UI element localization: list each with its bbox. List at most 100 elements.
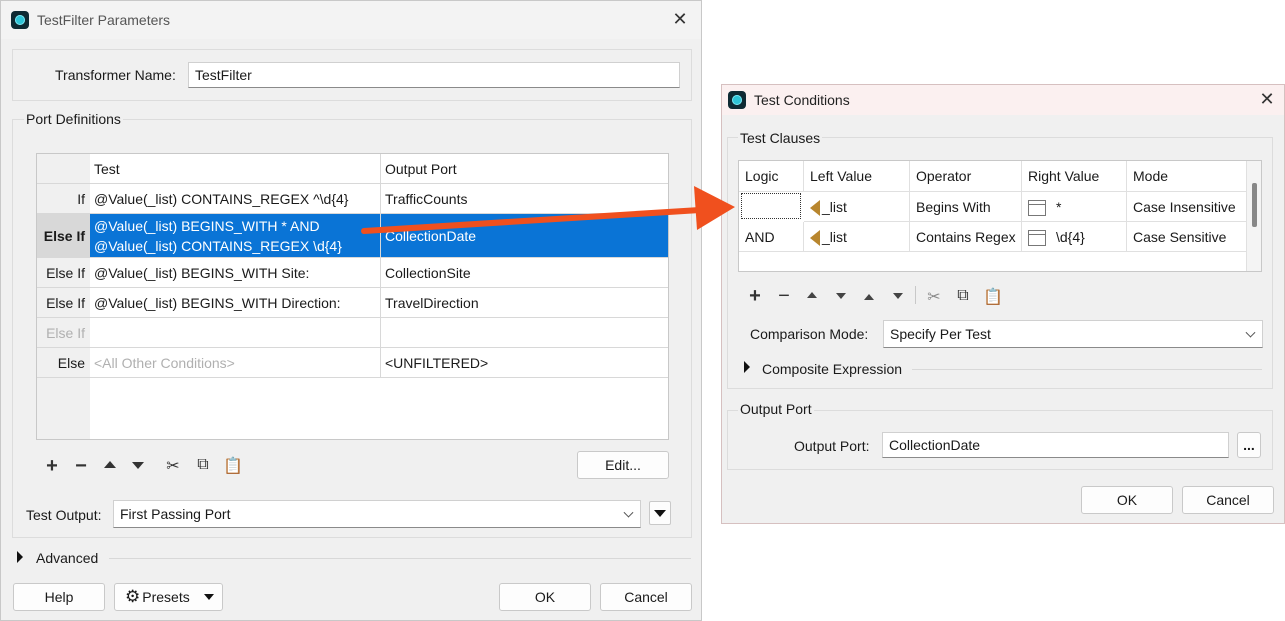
row-kind: Else (57, 355, 85, 371)
clause-operator[interactable]: Contains Regex (910, 222, 1022, 252)
caret-down-icon (203, 594, 214, 600)
paste-icon[interactable]: 📋 (223, 456, 243, 476)
row-test[interactable] (90, 318, 381, 347)
advanced-divider (109, 558, 691, 559)
test-output-value: First Passing Port (120, 506, 231, 522)
expand-composite-icon[interactable] (744, 361, 750, 373)
cut-icon[interactable]: ✂ (925, 287, 943, 307)
comparison-mode-label: Comparison Mode: (750, 326, 869, 342)
row-output-port[interactable] (381, 318, 668, 347)
expand-advanced-icon[interactable] (17, 551, 23, 563)
move-down-icon[interactable] (836, 293, 846, 299)
row-test[interactable]: @Value(_list) BEGINS_WITH Site: (90, 258, 381, 287)
remove-icon[interactable]: − (775, 285, 793, 308)
row-test[interactable]: @Value(_list) BEGINS_WITH Direction: (90, 288, 381, 317)
advanced-label[interactable]: Advanced (36, 550, 98, 566)
port-definitions-label: Port Definitions (24, 111, 123, 127)
row-test[interactable]: <All Other Conditions> (90, 348, 381, 377)
header-output-port[interactable]: Output Port (381, 154, 668, 183)
clause-right-value[interactable]: * (1022, 192, 1127, 222)
left-value-text: _list (822, 199, 847, 215)
close-icon[interactable]: ✕ (671, 10, 689, 28)
output-port-input[interactable]: CollectionDate (882, 432, 1229, 458)
app-icon (728, 91, 746, 109)
add-icon[interactable]: + (43, 455, 61, 478)
row-output-port[interactable]: CollectionSite (381, 258, 668, 287)
row-output-port[interactable]: CollectionDate (381, 214, 668, 257)
composite-expression-label[interactable]: Composite Expression (762, 361, 902, 377)
attribute-arrow-icon (810, 200, 820, 217)
header-operator[interactable]: Operator (910, 161, 1022, 192)
clause-mode[interactable]: Case Insensitive (1127, 192, 1247, 222)
table-row[interactable]: Else If @Value(_list) BEGINS_WITH Site: … (37, 258, 668, 288)
add-icon[interactable]: + (746, 285, 764, 308)
row-kind: If (77, 191, 85, 207)
dialog-title: Test Conditions (754, 92, 850, 108)
clause-right-value[interactable]: \d{4} (1022, 222, 1127, 252)
left-value-text: _list (822, 229, 847, 245)
transformer-name-input[interactable]: TestFilter (188, 62, 680, 88)
table-row-empty[interactable]: Else If (37, 318, 668, 348)
row-test[interactable]: @Value(_list) CONTAINS_REGEX ^\d{4} (90, 184, 381, 213)
browse-button[interactable]: ... (1237, 432, 1261, 458)
comparison-mode-value: Specify Per Test (890, 326, 991, 342)
cancel-button[interactable]: Cancel (1182, 486, 1274, 514)
cancel-button[interactable]: Cancel (600, 583, 692, 611)
clause-mode[interactable]: Case Sensitive (1127, 222, 1247, 252)
help-button[interactable]: Help (13, 583, 105, 611)
text-value-icon (1028, 200, 1046, 217)
table-row-selected[interactable]: Else If @Value(_list) BEGINS_WITH * AND … (37, 214, 668, 258)
ok-button[interactable]: OK (1081, 486, 1173, 514)
test-output-select[interactable]: First Passing Port (113, 500, 641, 528)
copy-icon[interactable]: ⧉ (954, 287, 972, 305)
caret-down-icon (654, 509, 666, 517)
move-top-icon[interactable] (864, 292, 874, 300)
clause-left-value[interactable]: _list (804, 222, 910, 252)
copy-icon[interactable]: ⧉ (194, 456, 212, 474)
remove-icon[interactable]: − (72, 455, 90, 478)
scrollbar-thumb[interactable] (1252, 183, 1257, 227)
row-kind: Else If (46, 325, 85, 341)
text-value-icon (1028, 230, 1046, 247)
paste-icon[interactable]: 📋 (983, 287, 1003, 307)
right-value-text: * (1056, 199, 1062, 215)
row-test[interactable]: @Value(_list) BEGINS_WITH * AND @Value(_… (90, 214, 381, 257)
output-port-group-label: Output Port (738, 401, 814, 417)
edit-button[interactable]: Edit... (577, 451, 669, 479)
clause-left-value[interactable]: _list (804, 192, 910, 222)
clause-empty-row[interactable] (739, 252, 1247, 271)
test-output-menu-button[interactable] (649, 501, 671, 525)
close-icon[interactable]: ✕ (1258, 90, 1276, 108)
chevron-down-icon (1245, 327, 1256, 338)
vertical-scrollbar[interactable] (1247, 161, 1261, 271)
header-test[interactable]: Test (90, 154, 381, 183)
header-mode[interactable]: Mode (1127, 161, 1247, 192)
move-down-icon[interactable] (132, 462, 144, 469)
table-header-row: Test Output Port (37, 154, 668, 184)
row-test-line-2: @Value(_list) CONTAINS_REGEX \d{4} (94, 238, 342, 254)
clause-logic-cell[interactable] (741, 193, 801, 219)
output-port-label: Output Port: (794, 438, 870, 454)
header-left-value[interactable]: Left Value (804, 161, 910, 192)
move-up-icon[interactable] (104, 461, 116, 468)
row-kind: Else If (37, 214, 90, 257)
row-output-port[interactable]: TrafficCounts (381, 184, 668, 213)
ok-button[interactable]: OK (499, 583, 591, 611)
table-row[interactable]: If @Value(_list) CONTAINS_REGEX ^\d{4} T… (37, 184, 668, 214)
attribute-arrow-icon (810, 230, 820, 247)
clause-logic-cell[interactable]: AND (739, 222, 804, 252)
cut-icon[interactable]: ✂ (164, 456, 182, 476)
table-row[interactable]: Else <All Other Conditions> <UNFILTERED> (37, 348, 668, 378)
presets-button[interactable]: ⚙ Presets (114, 583, 223, 611)
table-row[interactable]: Else If @Value(_list) BEGINS_WITH Direct… (37, 288, 668, 318)
app-icon (11, 11, 29, 29)
gear-icon: ⚙ (125, 587, 141, 606)
header-logic[interactable]: Logic (739, 161, 804, 192)
header-right-value[interactable]: Right Value (1022, 161, 1127, 192)
clause-operator[interactable]: Begins With (910, 192, 1022, 222)
comparison-mode-select[interactable]: Specify Per Test (883, 320, 1263, 348)
row-output-port[interactable]: <UNFILTERED> (381, 348, 668, 377)
row-output-port[interactable]: TravelDirection (381, 288, 668, 317)
move-up-icon[interactable] (807, 292, 817, 298)
move-bottom-icon[interactable] (893, 293, 903, 299)
